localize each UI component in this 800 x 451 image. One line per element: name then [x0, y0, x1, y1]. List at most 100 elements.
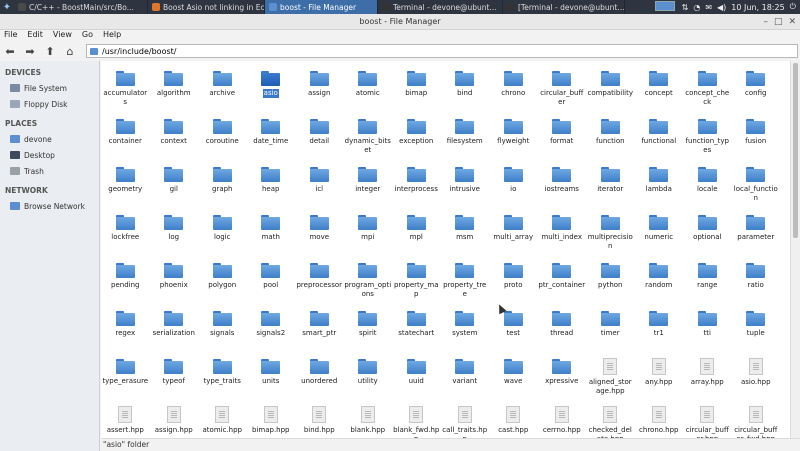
path-input[interactable] — [102, 46, 702, 56]
folder-item[interactable]: tti — [683, 308, 732, 356]
folder-item[interactable]: asio — [247, 68, 296, 116]
folder-item[interactable]: tuple — [732, 308, 781, 356]
folder-item[interactable]: log — [150, 212, 199, 260]
taskbar-button[interactable]: C/C++ - BoostMain/src/Bo... — [14, 0, 148, 14]
folder-item[interactable]: interprocess — [392, 164, 441, 212]
folder-item[interactable]: icl — [295, 164, 344, 212]
minimize-icon[interactable]: – — [763, 14, 768, 30]
folder-item[interactable]: thread — [538, 308, 587, 356]
folder-item[interactable]: variant — [441, 356, 490, 404]
folder-item[interactable]: format — [538, 116, 587, 164]
folder-item[interactable]: multiprecision — [586, 212, 635, 260]
folder-item[interactable]: signals — [198, 308, 247, 356]
file-item[interactable]: bimap.hpp — [247, 404, 296, 438]
close-icon[interactable]: ✕ — [788, 14, 796, 30]
folder-item[interactable]: signals2 — [247, 308, 296, 356]
taskbar-button[interactable]: Boost Asio not linking in Ec... — [148, 0, 265, 14]
location-bar[interactable] — [86, 44, 798, 58]
folder-item[interactable]: mpl — [392, 212, 441, 260]
file-item[interactable]: cerrno.hpp — [538, 404, 587, 438]
scrollbar-thumb[interactable] — [793, 63, 798, 238]
sidebar-item-trash[interactable]: Trash — [0, 163, 99, 179]
folder-item[interactable]: statechart — [392, 308, 441, 356]
sidebar-item-devone[interactable]: devone — [0, 131, 99, 147]
folder-item[interactable]: multi_array — [489, 212, 538, 260]
vertical-scrollbar[interactable] — [790, 61, 800, 438]
folder-item[interactable]: test — [489, 308, 538, 356]
folder-item[interactable]: dynamic_bitset — [344, 116, 393, 164]
applications-menu-icon[interactable]: ✦ — [0, 0, 14, 14]
folder-item[interactable]: uuid — [392, 356, 441, 404]
folder-item[interactable]: move — [295, 212, 344, 260]
folder-item[interactable]: assign — [295, 68, 344, 116]
folder-item[interactable]: property_tree — [441, 260, 490, 308]
file-item[interactable]: blank_fwd.hpp — [392, 404, 441, 438]
folder-item[interactable]: graph — [198, 164, 247, 212]
folder-item[interactable]: xpressive — [538, 356, 587, 404]
folder-item[interactable]: heap — [247, 164, 296, 212]
file-item[interactable]: assert.hpp — [101, 404, 150, 438]
folder-item[interactable]: container — [101, 116, 150, 164]
taskbar-button[interactable]: boost - File Manager — [265, 0, 378, 14]
folder-item[interactable]: random — [635, 260, 684, 308]
folder-item[interactable]: lambda — [635, 164, 684, 212]
folder-item[interactable]: system — [441, 308, 490, 356]
file-item[interactable]: assign.hpp — [150, 404, 199, 438]
file-item[interactable]: cast.hpp — [489, 404, 538, 438]
folder-item[interactable]: range — [683, 260, 732, 308]
folder-item[interactable]: integer — [344, 164, 393, 212]
folder-item[interactable]: type_erasure — [101, 356, 150, 404]
folder-item[interactable]: filesystem — [441, 116, 490, 164]
file-item[interactable]: atomic.hpp — [198, 404, 247, 438]
folder-item[interactable]: proto — [489, 260, 538, 308]
folder-item[interactable]: flyweight — [489, 116, 538, 164]
network-icon[interactable]: ⇅ — [682, 3, 689, 12]
folder-item[interactable]: smart_ptr — [295, 308, 344, 356]
folder-item[interactable]: ratio — [732, 260, 781, 308]
folder-item[interactable]: date_time — [247, 116, 296, 164]
file-item[interactable]: asio.hpp — [732, 356, 781, 404]
folder-item[interactable]: chrono — [489, 68, 538, 116]
file-item[interactable]: aligned_storage.hpp — [586, 356, 635, 404]
folder-item[interactable]: iostreams — [538, 164, 587, 212]
folder-item[interactable]: accumulators — [101, 68, 150, 116]
folder-item[interactable]: algorithm — [150, 68, 199, 116]
file-item[interactable]: array.hpp — [683, 356, 732, 404]
folder-item[interactable]: numeric — [635, 212, 684, 260]
file-item[interactable]: bind.hpp — [295, 404, 344, 438]
folder-item[interactable]: optional — [683, 212, 732, 260]
folder-item[interactable]: locale — [683, 164, 732, 212]
back-button[interactable]: ⬅ — [0, 43, 20, 59]
file-item[interactable]: checked_delete.hpp — [586, 404, 635, 438]
folder-item[interactable]: parameter — [732, 212, 781, 260]
folder-item[interactable]: python — [586, 260, 635, 308]
folder-item[interactable]: msm — [441, 212, 490, 260]
folder-item[interactable]: context — [150, 116, 199, 164]
folder-item[interactable]: function_types — [683, 116, 732, 164]
mail-icon[interactable]: ✉ — [705, 3, 712, 12]
folder-item[interactable]: compatibility — [586, 68, 635, 116]
folder-item[interactable]: ptr_container — [538, 260, 587, 308]
home-button[interactable]: ⌂ — [60, 43, 80, 59]
workspace-switcher[interactable] — [653, 1, 677, 13]
folder-item[interactable]: phoenix — [150, 260, 199, 308]
folder-item[interactable]: iterator — [586, 164, 635, 212]
folder-item[interactable]: unordered — [295, 356, 344, 404]
folder-item[interactable]: detail — [295, 116, 344, 164]
folder-item[interactable]: bimap — [392, 68, 441, 116]
folder-item[interactable]: logic — [198, 212, 247, 260]
file-item[interactable]: circular_buffer_fwd.hpp — [732, 404, 781, 438]
menu-help[interactable]: Help — [103, 30, 121, 42]
volume-icon[interactable]: ◀) — [717, 3, 726, 12]
wifi-icon[interactable]: ◔ — [693, 3, 700, 12]
forward-button[interactable]: ➡ — [20, 43, 40, 59]
folder-item[interactable]: serialization — [150, 308, 199, 356]
menu-file[interactable]: File — [4, 30, 17, 42]
folder-item[interactable]: regex — [101, 308, 150, 356]
sidebar-item-desktop[interactable]: Desktop — [0, 147, 99, 163]
folder-item[interactable]: tr1 — [635, 308, 684, 356]
file-item[interactable]: blank.hpp — [344, 404, 393, 438]
taskbar-button[interactable]: Terminal - devone@ubunt... — [378, 0, 503, 14]
folder-item[interactable]: units — [247, 356, 296, 404]
folder-item[interactable]: circular_buffer — [538, 68, 587, 116]
